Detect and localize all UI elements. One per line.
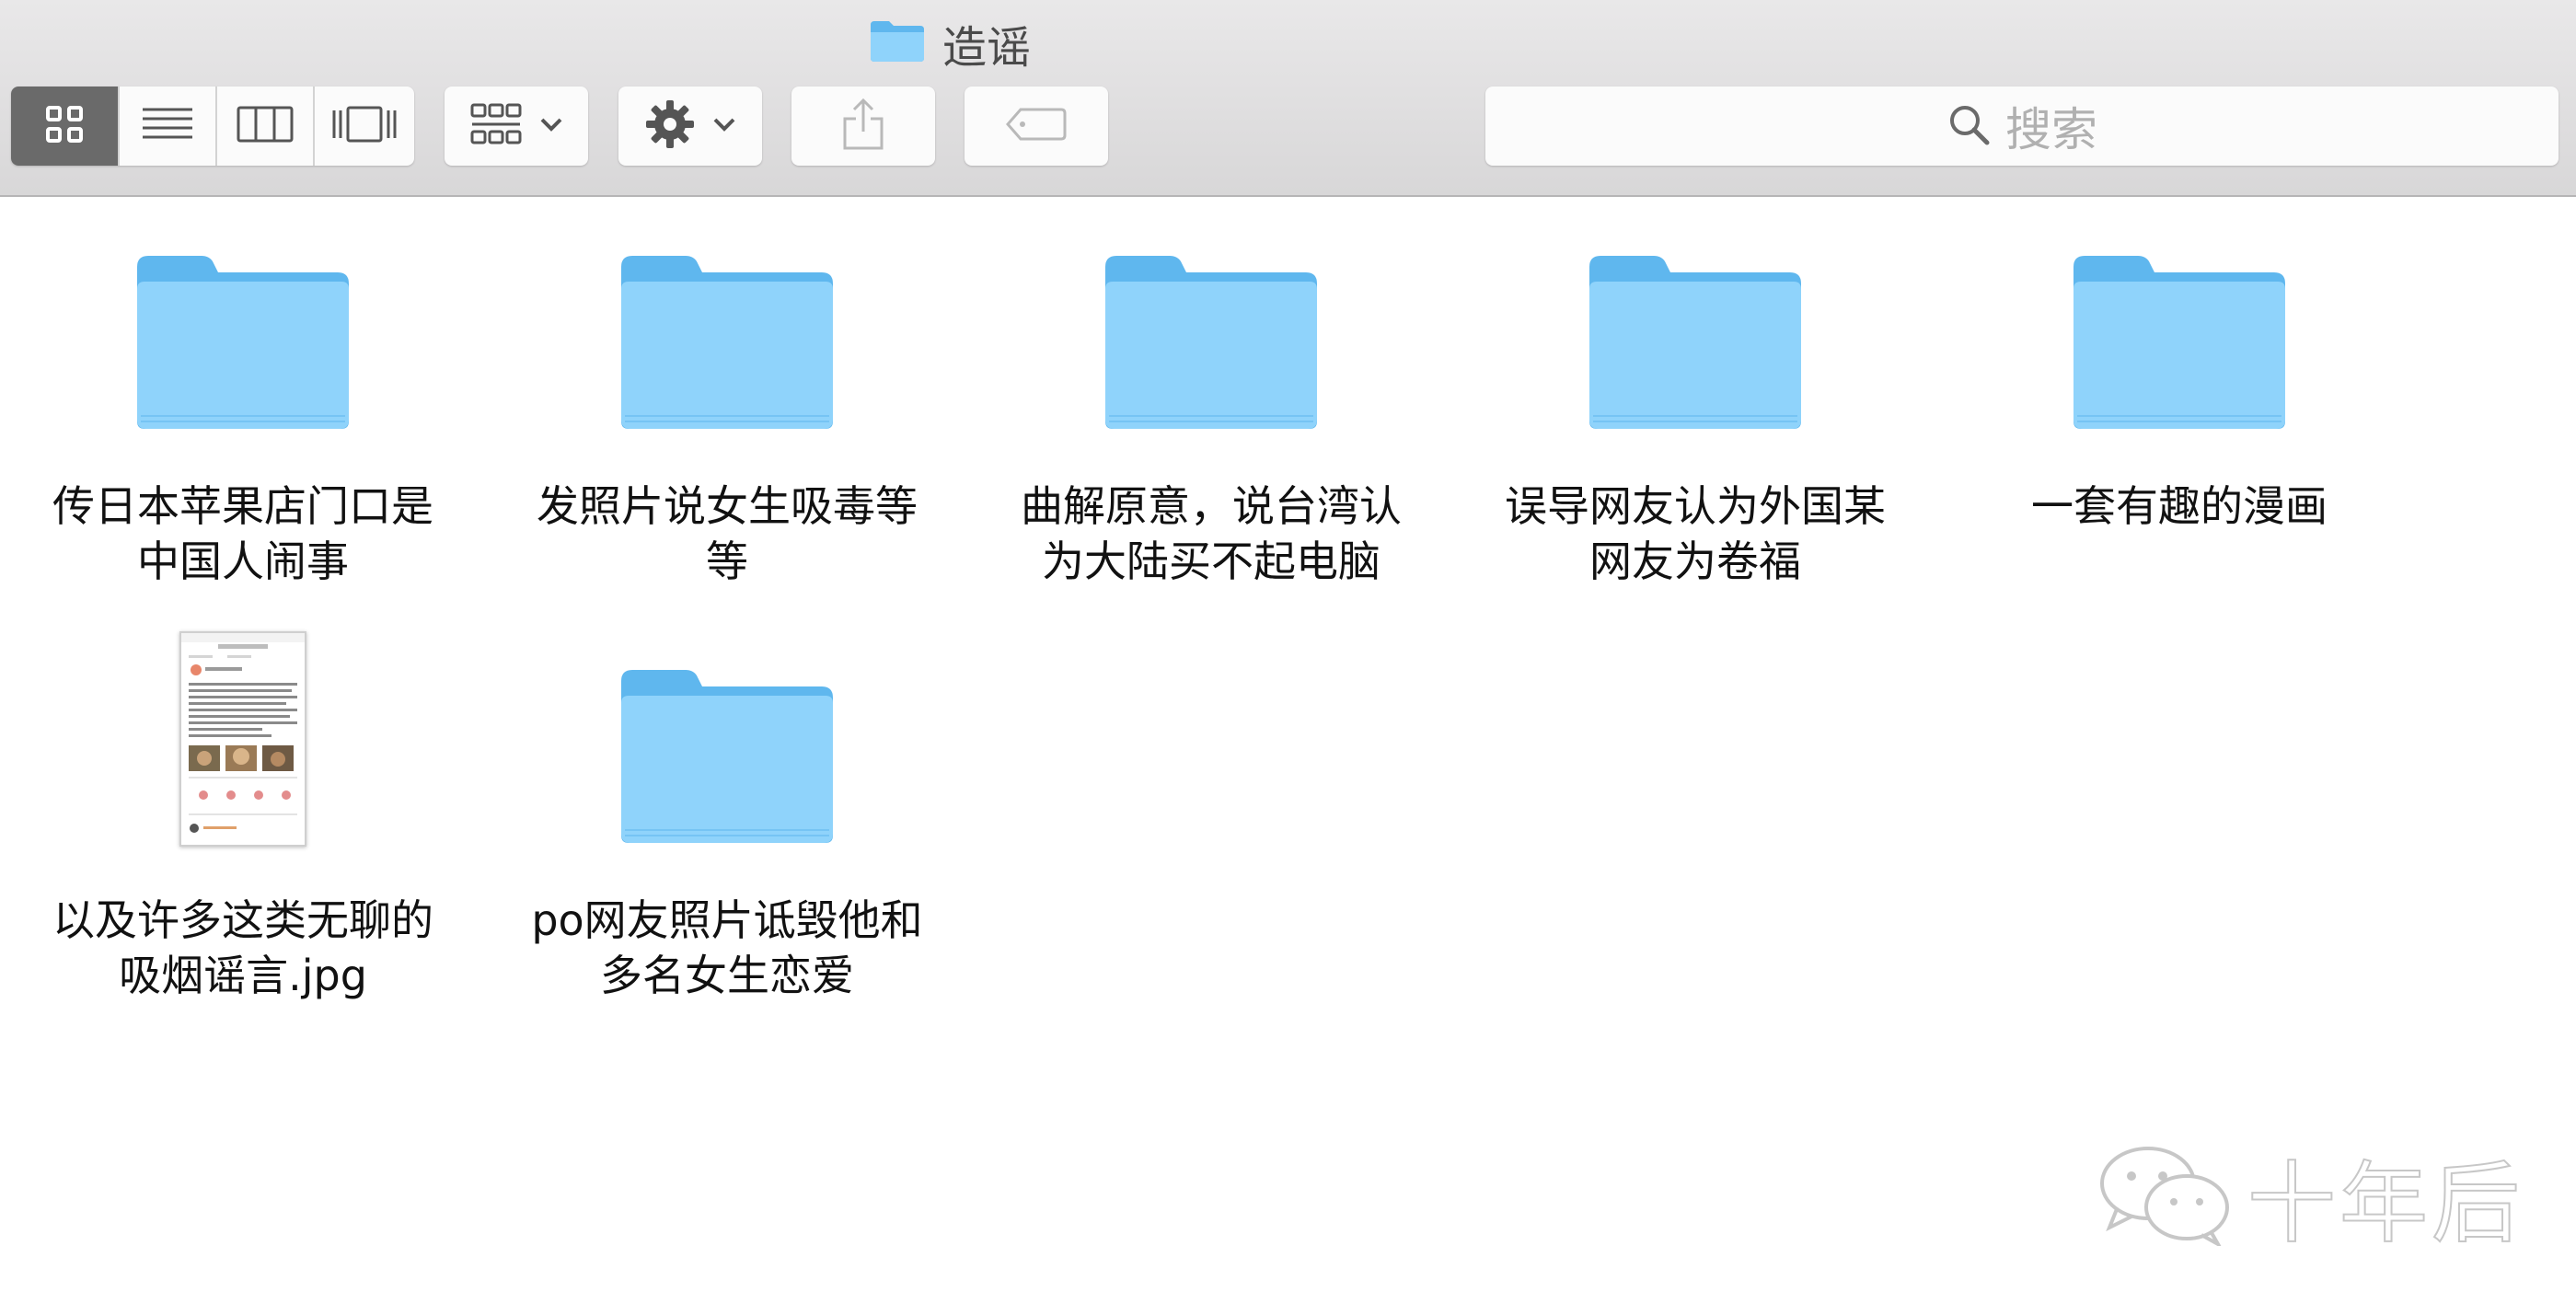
folder-item[interactable]: 发照片说女生吸毒等等 — [515, 221, 939, 589]
finder-window: 造谣 搜索 传日本苹果店门口是中国人闹事 发照片说女生吸毒等等 曲解原意，说台湾… — [0, 0, 2576, 1315]
file-item[interactable]: 以及许多这类无聊的吸烟谣言.jpg — [31, 631, 455, 1003]
folder-icon — [1092, 221, 1331, 433]
item-label: 发照片说女生吸毒等等 — [537, 481, 918, 586]
item-label: 误导网友认为外国某网友为卷福 — [1505, 481, 1886, 586]
toolbar: 造谣 搜索 — [0, 0, 2576, 197]
folder-icon — [123, 221, 363, 433]
tag-icon — [1004, 106, 1069, 146]
list-icon — [141, 104, 194, 148]
folder-icon — [2060, 221, 2299, 433]
item-label: 传日本苹果店门口是中国人闹事 — [52, 481, 433, 586]
item-label: 一套有趣的漫画 — [2031, 481, 2328, 531]
coverflow-icon — [331, 105, 398, 147]
watermark-text: 十年后 — [2247, 1151, 2524, 1256]
folder-icon — [1576, 221, 1815, 433]
folder-icon — [607, 221, 847, 433]
item-label: 曲解原意，说台湾认为大陆买不起电脑 — [1021, 481, 1402, 586]
wechat-icon — [2097, 1143, 2235, 1250]
folder-item[interactable]: 传日本苹果店门口是中国人闹事 — [31, 221, 455, 589]
list-view-button[interactable] — [120, 87, 217, 166]
folder-icon — [869, 19, 926, 67]
view-mode-control — [11, 87, 414, 166]
folder-icon — [607, 635, 847, 847]
search-icon — [1946, 102, 1991, 150]
folder-item[interactable]: 曲解原意，说台湾认为大陆买不起电脑 — [999, 221, 1423, 589]
tags-button[interactable] — [965, 87, 1108, 166]
folder-item[interactable]: po网友照片诋毁他和多名女生恋爱 — [515, 635, 939, 1003]
grid-icon — [44, 104, 85, 148]
window-title: 造谣 — [869, 13, 1031, 74]
share-icon — [841, 97, 885, 156]
folder-item[interactable]: 一套有趣的漫画 — [1968, 221, 2391, 534]
folder-item[interactable]: 误导网友认为外国某网友为卷福 — [1484, 221, 1907, 589]
icon-view-button[interactable] — [11, 87, 120, 166]
image-thumbnail — [123, 631, 363, 847]
search-placeholder: 搜索 — [2005, 103, 2097, 156]
arrange-button[interactable] — [445, 87, 588, 166]
item-label: 以及许多这类无聊的吸烟谣言.jpg — [52, 895, 433, 1000]
columns-icon — [237, 105, 294, 147]
cover-flow-view-button[interactable] — [315, 87, 414, 166]
arrange-grid-icon — [469, 101, 523, 151]
item-label: po网友照片诋毁他和多名女生恋爱 — [531, 895, 923, 1000]
action-button[interactable] — [618, 87, 762, 166]
jpg-thumbnail — [179, 631, 306, 847]
chevron-down-icon — [539, 116, 563, 136]
column-view-button[interactable] — [217, 87, 315, 166]
gear-icon — [644, 98, 696, 154]
watermark: 十年后 — [2097, 1132, 2524, 1260]
window-title-text: 造谣 — [942, 22, 1032, 74]
chevron-down-icon — [712, 116, 736, 136]
share-button[interactable] — [791, 87, 935, 166]
search-field[interactable]: 搜索 — [1485, 87, 2559, 166]
